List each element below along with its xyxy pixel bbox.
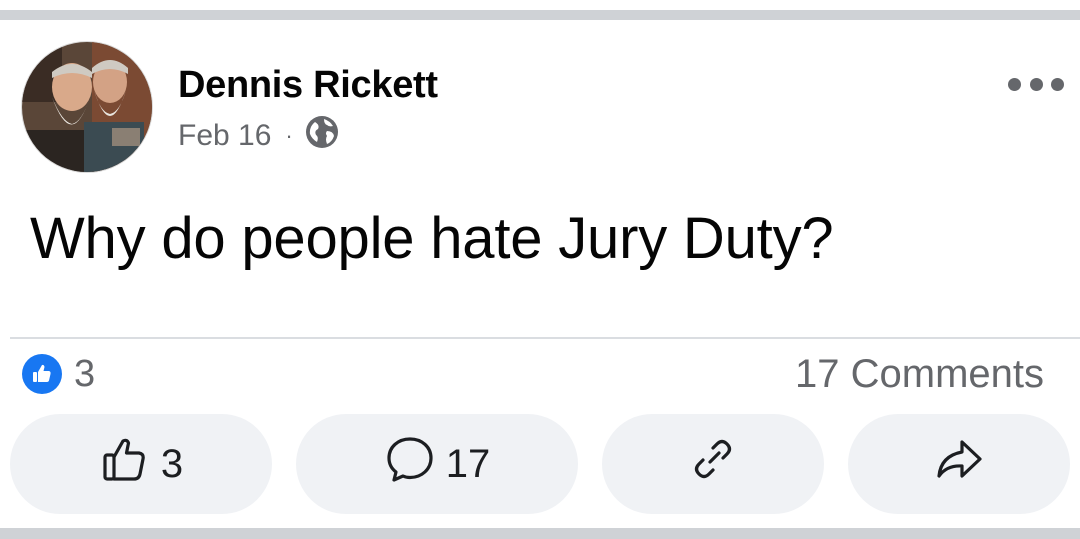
share-button[interactable] (848, 414, 1070, 514)
like-button[interactable]: 3 (10, 414, 272, 514)
comment-button[interactable]: 17 (296, 414, 578, 514)
copy-link-button[interactable] (602, 414, 824, 514)
post-message: Why do people hate Jury Duty? (30, 206, 834, 271)
post-divider (10, 337, 1080, 339)
author-name[interactable]: Dennis Rickett (178, 64, 438, 107)
comment-bubble-icon (384, 433, 436, 495)
more-options-button[interactable] (1008, 72, 1064, 96)
share-icon (933, 433, 985, 495)
like-count: 3 (160, 441, 184, 486)
reaction-count: 3 (74, 352, 96, 395)
comment-count: 17 (445, 441, 491, 486)
comments-count-link[interactable]: 17 Comments (795, 352, 1044, 396)
more-dot-icon (1008, 77, 1021, 91)
like-reaction-icon (22, 354, 62, 394)
link-icon (689, 435, 737, 493)
bottom-divider (0, 528, 1080, 539)
globe-icon (305, 115, 339, 157)
meta-separator: · (285, 123, 293, 148)
more-dot-icon (1051, 77, 1064, 91)
top-divider (0, 10, 1080, 20)
reactions-summary[interactable]: 3 (22, 352, 95, 396)
post-card: Dennis Rickett Feb 16 · Why do people ha… (0, 0, 1080, 539)
avatar-image (22, 42, 152, 172)
more-dot-icon (1029, 77, 1043, 91)
post-meta: Feb 16 · (178, 116, 339, 156)
post-date[interactable]: Feb 16 (178, 119, 271, 153)
avatar[interactable] (22, 42, 152, 172)
thumbs-up-icon (99, 433, 151, 495)
